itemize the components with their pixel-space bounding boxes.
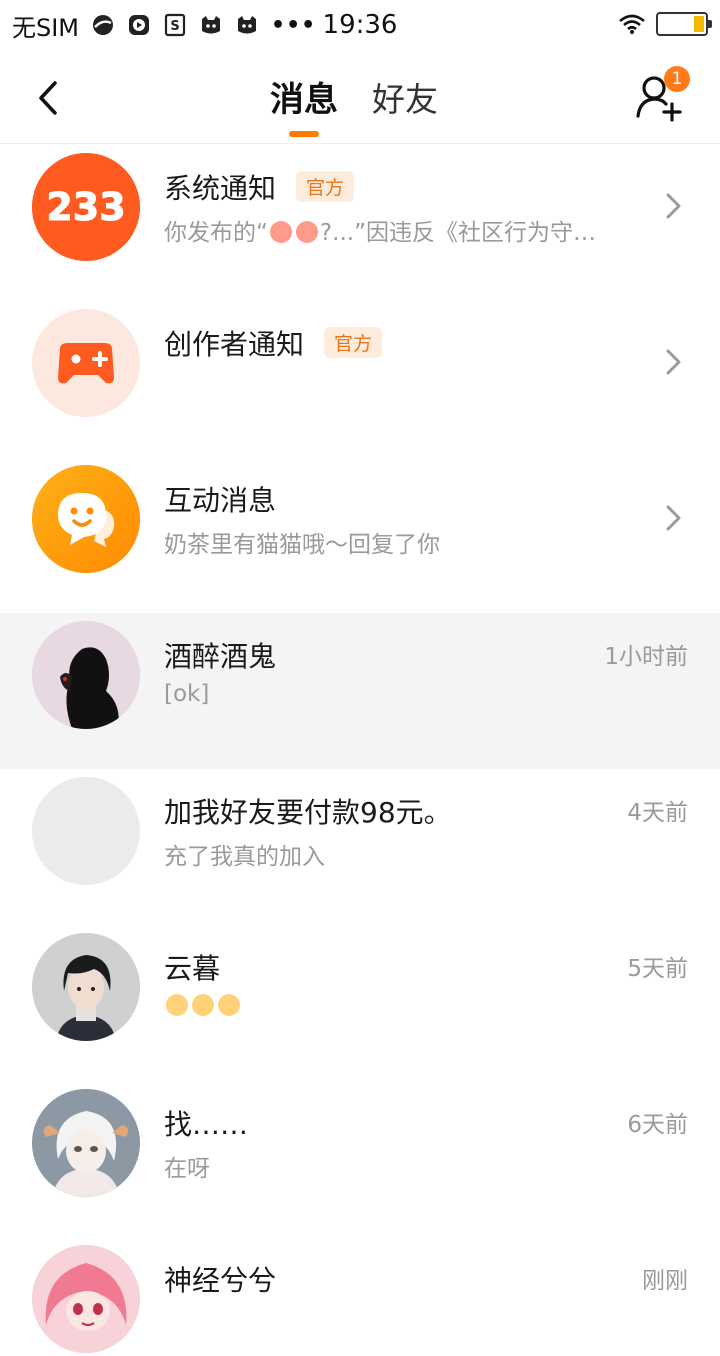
list-item-system-notice[interactable]: 233 系统通知 官方 你发布的“ ?...”因违反《社区行为守… xyxy=(0,145,720,301)
active-tab-indicator xyxy=(289,131,319,137)
list-item-conversation[interactable]: 找…… 在呀 6天前 xyxy=(0,1081,720,1237)
item-preview: 在呀 xyxy=(164,1156,210,1182)
item-name: 酒醉酒鬼 xyxy=(164,640,277,673)
item-name: 系统通知 xyxy=(164,172,277,205)
tab-friends[interactable]: 好友 xyxy=(372,73,438,137)
item-name: 创作者通知 xyxy=(164,328,305,361)
item-time: 1小时前 xyxy=(604,644,688,670)
tab-messages[interactable]: 消息 xyxy=(270,72,338,137)
list-item-conversation[interactable]: 酒醉酒鬼 [ok] 1小时前 xyxy=(0,613,720,769)
avatar: 233 xyxy=(32,153,140,261)
silhouette-avatar-image xyxy=(32,621,140,729)
anime-avatar-image xyxy=(32,1245,140,1353)
grin-sweat-emoji-icon xyxy=(218,994,240,1016)
portrait-avatar-image xyxy=(32,933,140,1041)
angry-emoji-icon xyxy=(269,221,292,243)
item-name: 神经兮兮 xyxy=(164,1264,277,1297)
list-item-creator-notice[interactable]: 创作者通知 官方 xyxy=(0,301,720,457)
chevron-right-icon xyxy=(666,349,681,375)
tab-messages-label: 消息 xyxy=(270,80,338,120)
item-name: 找…… xyxy=(164,1108,249,1141)
gamepad-icon xyxy=(32,309,140,417)
avatar xyxy=(32,1089,140,1197)
item-time: 刚刚 xyxy=(642,1268,688,1294)
item-preview: 充了我真的加入 xyxy=(164,844,325,870)
item-title: 系统通知 官方 xyxy=(164,167,355,207)
list-item-conversation[interactable]: 云暮 5天前 xyxy=(0,925,720,1081)
conversation-list: 233 系统通知 官方 你发布的“ ?...”因违反《社区行为守… 创作者通知 官方 xyxy=(0,145,720,1356)
avatar xyxy=(32,933,140,1041)
official-tag: 官方 xyxy=(296,171,355,202)
list-item-conversation[interactable]: 神经兮兮 刚刚 xyxy=(0,1237,720,1356)
item-name: 加我好友要付款98元。 xyxy=(164,796,452,829)
item-time: 5天前 xyxy=(627,956,688,982)
item-title: 创作者通知 官方 xyxy=(164,323,383,363)
chat-bubble-smile-icon xyxy=(32,465,140,573)
back-button[interactable] xyxy=(28,76,68,120)
item-time: 6天前 xyxy=(627,1112,688,1138)
item-preview: [ok] xyxy=(164,681,210,707)
notification-badge: 1 xyxy=(664,66,690,92)
item-time: 4天前 xyxy=(627,800,688,826)
item-name: 云暮 xyxy=(164,952,221,985)
svg-text:233: 233 xyxy=(46,185,125,229)
list-item-interactions[interactable]: 互动消息 奶茶里有猫猫哦～回复了你 xyxy=(0,457,720,613)
list-item-conversation[interactable]: 加我好友要付款98元。 充了我真的加入 4天前 xyxy=(0,769,720,925)
chevron-left-icon xyxy=(39,81,57,115)
item-preview: 奶茶里有猫猫哦～回复了你 xyxy=(164,532,440,558)
avatar xyxy=(32,621,140,729)
tab-bar: 消息 好友 xyxy=(270,72,438,137)
status-bar: 无SIM S ••• 19:36 xyxy=(0,0,720,52)
nav-header: 消息 好友 1 xyxy=(0,52,720,144)
avatar xyxy=(32,465,140,573)
avatar xyxy=(32,777,140,885)
angry-emoji-icon xyxy=(295,221,318,243)
official-tag: 官方 xyxy=(324,327,383,358)
grin-sweat-emoji-icon xyxy=(192,994,214,1016)
chevron-right-icon xyxy=(666,505,681,531)
clock: 19:36 xyxy=(322,10,398,40)
preview-prefix: 你发布的“ xyxy=(164,220,268,246)
233-logo-icon: 233 xyxy=(32,153,140,261)
anime-avatar-image xyxy=(32,1089,140,1197)
tab-friends-label: 好友 xyxy=(372,80,438,119)
grin-sweat-emoji-icon xyxy=(166,994,188,1016)
item-preview xyxy=(164,993,242,1019)
chevron-right-icon xyxy=(666,193,681,219)
battery-icon xyxy=(656,12,712,36)
item-preview: 你发布的“ ?...”因违反《社区行为守… xyxy=(164,213,596,247)
avatar xyxy=(32,1245,140,1353)
wifi-icon xyxy=(619,14,645,34)
avatar xyxy=(32,309,140,417)
item-name: 互动消息 xyxy=(164,484,277,517)
preview-suffix: ?...”因违反《社区行为守… xyxy=(319,220,596,246)
